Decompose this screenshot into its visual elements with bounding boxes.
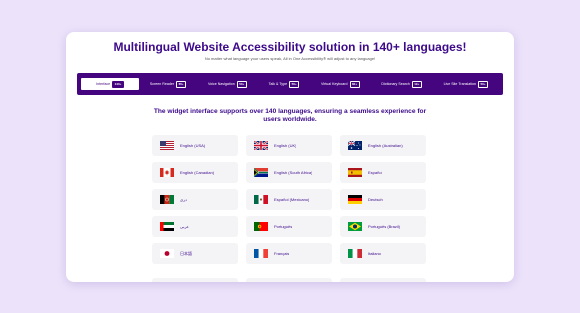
language-label: Italiano — [368, 251, 381, 256]
language-label: Deutsch — [368, 197, 383, 202]
language-label: English (USA) — [180, 143, 206, 148]
count-badge: 50+ — [478, 80, 489, 88]
language-label: Português — [274, 224, 293, 229]
language-tile-arabic[interactable]: عربى — [152, 216, 238, 237]
language-label: Português (Brazil) — [368, 224, 401, 229]
feature-tab-bar: Interface 140+ Screen Reader 65+ Voice N… — [77, 73, 503, 95]
language-tile-deutsch[interactable]: Deutsch — [340, 189, 426, 210]
language-tile-english-canadian[interactable]: English (Canadian) — [152, 162, 238, 183]
language-label: دری — [180, 197, 187, 202]
france-flag-icon — [254, 249, 268, 258]
language-tile-francais[interactable]: Français — [246, 243, 332, 264]
tab-label: Interface — [96, 82, 111, 86]
language-tile-english-usa[interactable]: English (USA) — [152, 135, 238, 156]
italy-flag-icon — [348, 249, 362, 258]
us-flag-icon — [160, 141, 174, 150]
spain-flag-icon — [348, 168, 362, 177]
language-label: 日本語 — [180, 250, 192, 256]
tab-label: Dictionary Search — [381, 82, 410, 86]
language-label: عربى — [180, 224, 190, 229]
tab-label: Voice Navigation — [207, 82, 235, 86]
canada-flag-icon — [160, 168, 174, 177]
tab-label: Live Site Translation — [443, 82, 476, 86]
uk-flag-icon — [254, 141, 268, 150]
language-grid-next-row — [152, 278, 426, 282]
uae-flag-icon — [160, 222, 174, 231]
language-tile-partial[interactable] — [340, 278, 426, 282]
language-tile-english-australian[interactable]: English (Australian) — [340, 135, 426, 156]
language-label: English (UK) — [274, 143, 297, 148]
tab-talk-and-type[interactable]: Talk & Type 50+ — [258, 78, 310, 90]
language-label: English (South Africa) — [274, 170, 313, 175]
main-card: Multilingual Website Accessibility solut… — [66, 32, 514, 282]
tab-dictionary-search[interactable]: Dictionary Search 19+ — [370, 78, 432, 90]
language-label: Français — [274, 251, 290, 256]
tab-virtual-keyboard[interactable]: Virtual Keyboard 80+ — [310, 78, 370, 90]
afghanistan-flag-icon — [160, 195, 174, 204]
brazil-flag-icon — [348, 222, 362, 231]
language-label: English (Canadian) — [180, 170, 215, 175]
tab-label: Talk & Type — [268, 82, 288, 86]
germany-flag-icon — [348, 195, 362, 204]
count-badge: 140+ — [112, 80, 124, 88]
tab-live-site-translation[interactable]: Live Site Translation 50+ — [433, 78, 499, 90]
japan-flag-icon — [160, 249, 174, 258]
count-badge: 19+ — [411, 80, 422, 88]
count-badge: 80+ — [349, 80, 360, 88]
language-tile-partial[interactable] — [152, 278, 238, 282]
language-label: Español — [368, 170, 383, 175]
count-badge: 50+ — [289, 80, 300, 88]
mexico-flag-icon — [254, 195, 268, 204]
tab-voice-navigation[interactable]: Voice Navigation 50+ — [197, 78, 258, 90]
language-label: Español (Mexicano) — [274, 197, 310, 202]
tab-label: Screen Reader — [149, 82, 175, 86]
language-tile-portugues-brazil[interactable]: Português (Brazil) — [340, 216, 426, 237]
language-tile-english-uk[interactable]: English (UK) — [246, 135, 332, 156]
page-subtitle: No matter what language your users speak… — [204, 56, 376, 61]
language-tile-dari[interactable]: دری — [152, 189, 238, 210]
section-heading: The widget interface supports over 140 l… — [153, 108, 427, 123]
tab-label: Virtual Keyboard — [320, 82, 348, 86]
tab-interface[interactable]: Interface 140+ — [81, 78, 139, 90]
count-badge: 65+ — [176, 80, 187, 88]
page-title: Multilingual Website Accessibility solut… — [113, 40, 467, 54]
south-africa-flag-icon — [254, 168, 268, 177]
portugal-flag-icon — [254, 222, 268, 231]
australia-flag-icon — [348, 141, 362, 150]
language-tile-espanol-mexicano[interactable]: Español (Mexicano) — [246, 189, 332, 210]
language-tile-italiano[interactable]: Italiano — [340, 243, 426, 264]
language-tile-espanol[interactable]: Español — [340, 162, 426, 183]
language-tile-japanese[interactable]: 日本語 — [152, 243, 238, 264]
count-badge: 50+ — [236, 80, 247, 88]
language-tile-portugues[interactable]: Português — [246, 216, 332, 237]
language-label: English (Australian) — [368, 143, 403, 148]
language-grid: English (USA) English (UK) English (Aust… — [152, 135, 426, 264]
tab-screen-reader[interactable]: Screen Reader 65+ — [139, 78, 197, 90]
language-tile-english-south-africa[interactable]: English (South Africa) — [246, 162, 332, 183]
language-tile-partial[interactable] — [246, 278, 332, 282]
